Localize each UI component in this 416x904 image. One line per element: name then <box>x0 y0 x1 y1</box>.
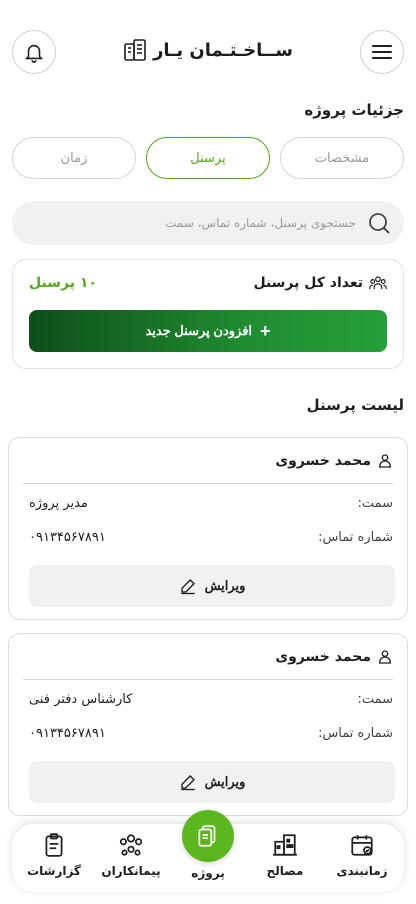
position-value: مدیر پروژه <box>29 496 88 511</box>
personnel-count: ۱۰ پرسنل <box>29 275 97 291</box>
pencil-icon <box>180 579 195 595</box>
phone-label: شماره تماس: <box>318 726 393 741</box>
nav-project-button[interactable] <box>182 810 234 862</box>
user-icon <box>379 650 391 664</box>
bottom-navigation: زمانبندی مصالح پروژه پیمانکاران گزارشات <box>12 810 404 892</box>
nav-item-materials[interactable]: مصالح <box>250 832 320 878</box>
position-row: سمت: مدیر پروژه <box>29 496 393 511</box>
user-icon <box>379 454 391 468</box>
person-name-row: محمد خسروی <box>23 452 393 470</box>
position-value: کارشناس دفتر فنی <box>29 692 133 707</box>
contractors-icon <box>119 834 143 856</box>
search-input[interactable] <box>24 216 356 230</box>
nav-label: پروژه <box>191 866 225 880</box>
tab-personnel[interactable]: پرسنل <box>146 137 270 179</box>
project-documents-icon <box>198 825 216 847</box>
nav-label: زمانبندی <box>336 864 388 878</box>
tabs-bar: مشخصات پرسنل زمان <box>12 137 404 179</box>
position-label: سمت: <box>357 496 393 511</box>
calendar-check-icon <box>351 835 373 856</box>
count-row: تعداد کل پرسنل ۱۰ پرسنل <box>29 274 387 292</box>
add-personnel-button[interactable]: + افزودن پرسنل جدید <box>29 310 387 352</box>
clipboard-icon <box>45 833 63 857</box>
group-icon <box>369 276 387 289</box>
nav-item-project[interactable]: پروژه <box>173 810 243 892</box>
position-row: سمت: کارشناس دفتر فنی <box>29 692 393 707</box>
phone-row: شماره تماس: ۰۹۱۳۴۵۶۷۸۹۱ <box>29 530 393 545</box>
nav-label: مصالح <box>266 864 304 878</box>
count-title-label: تعداد کل پرسنل <box>253 275 363 291</box>
personnel-list-title: لیست پرسنل <box>306 396 404 414</box>
nav-item-reports[interactable]: گزارشات <box>19 832 89 878</box>
person-name-row: محمد خسروی <box>23 648 393 666</box>
phone-value: ۰۹۱۳۴۵۶۷۸۹۱ <box>29 530 106 545</box>
edit-button[interactable]: ویرایش <box>29 761 395 803</box>
nav-label: پیمانکاران <box>101 864 161 878</box>
nav-label: گزارشات <box>27 864 81 878</box>
divider <box>23 483 393 484</box>
personnel-card: محمد خسروی سمت: مدیر پروژه شماره تماس: ۰… <box>8 437 408 620</box>
pencil-icon <box>180 775 195 791</box>
count-title: تعداد کل پرسنل <box>253 274 387 292</box>
page-title: جزئیات پروژه <box>304 101 404 119</box>
phone-label: شماره تماس: <box>318 530 393 545</box>
tab-specifications[interactable]: مشخصات <box>280 137 404 179</box>
nav-item-contractors[interactable]: پیمانکاران <box>96 832 166 878</box>
edit-label: ویرایش <box>204 774 246 789</box>
edit-label: ویرایش <box>204 578 246 593</box>
edit-button[interactable]: ویرایش <box>29 565 395 607</box>
phone-value: ۰۹۱۳۴۵۶۷۸۹۱ <box>29 726 106 741</box>
personnel-count-card: تعداد کل پرسنل ۱۰ پرسنل + افزودن پرسنل ج… <box>12 259 404 369</box>
app-header: ســاخـتـمان یـار <box>0 30 416 74</box>
position-label: سمت: <box>357 692 393 707</box>
person-name: محمد خسروی <box>275 649 371 665</box>
tab-time[interactable]: زمان <box>12 137 136 179</box>
divider <box>23 679 393 680</box>
add-personnel-label: افزودن پرسنل جدید <box>145 323 253 338</box>
materials-icon <box>273 834 297 856</box>
building-icon <box>124 39 146 61</box>
notifications-button[interactable] <box>12 30 56 74</box>
personnel-card: محمد خسروی سمت: کارشناس دفتر فنی شماره ت… <box>8 633 408 816</box>
bell-icon <box>24 44 44 63</box>
app-logo: ســاخـتـمان یـار <box>0 38 416 62</box>
nav-item-schedule[interactable]: زمانبندی <box>327 832 397 878</box>
search-bar <box>12 201 404 245</box>
search-icon[interactable] <box>366 210 392 236</box>
phone-row: شماره تماس: ۰۹۱۳۴۵۶۷۸۹۱ <box>29 726 393 741</box>
person-name: محمد خسروی <box>275 453 371 469</box>
logo-text: ســاخـتـمان یـار <box>153 39 293 61</box>
plus-icon: + <box>260 321 271 341</box>
